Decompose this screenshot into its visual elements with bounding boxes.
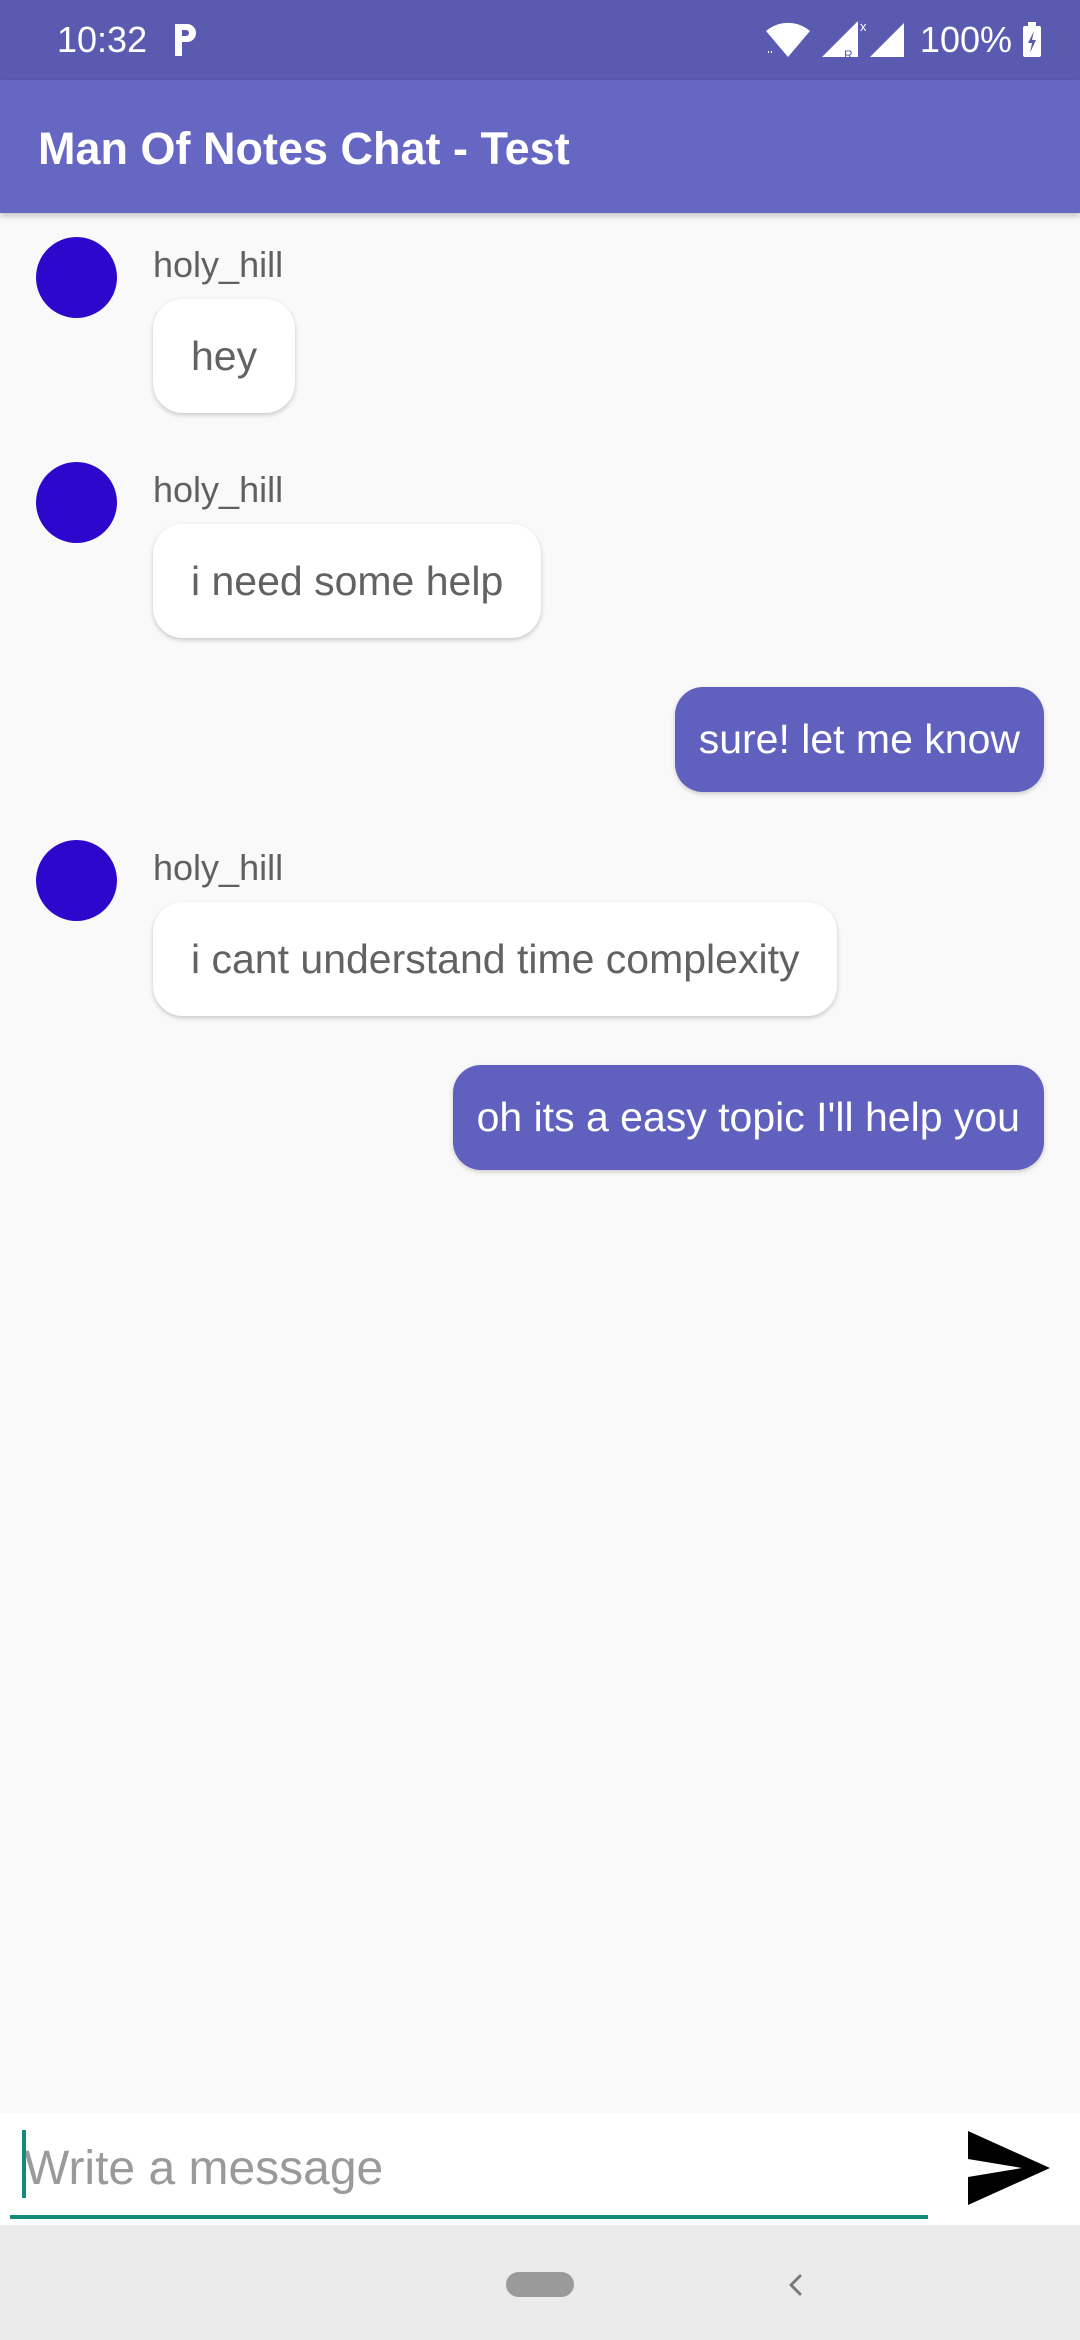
avatar[interactable] <box>36 237 117 318</box>
svg-text:x: x <box>860 19 866 34</box>
wifi-icon <box>765 22 810 57</box>
cell-signal-icon <box>869 23 904 57</box>
home-pill[interactable] <box>506 2272 574 2297</box>
chat-message-list[interactable]: holy_hill hey holy_hill i need some help… <box>0 213 1080 2113</box>
back-chevron-icon[interactable] <box>778 2260 814 2310</box>
avatar[interactable] <box>36 840 117 921</box>
avatar[interactable] <box>36 462 117 543</box>
cell-signal-icon: R x <box>821 19 866 62</box>
status-time: 10:32 <box>57 19 148 60</box>
message-composer <box>0 2113 1080 2225</box>
sender-name: holy_hill <box>153 847 284 888</box>
parking-icon <box>175 24 196 56</box>
status-bar: 10:32 R x 100% <box>0 0 1080 80</box>
message-input[interactable] <box>10 2121 928 2219</box>
svg-text:R: R <box>844 48 853 62</box>
status-icons: R x 100% <box>764 14 1042 66</box>
text-cursor <box>22 2130 26 2198</box>
incoming-message-bubble[interactable]: i cant understand time complexity <box>153 902 838 1016</box>
outgoing-message-bubble[interactable]: sure! let me know <box>674 687 1044 792</box>
app-title: Man Of Notes Chat - Test <box>38 123 570 174</box>
incoming-message-bubble[interactable]: i need some help <box>153 524 542 638</box>
app-bar: Man Of Notes Chat - Test <box>0 80 1080 213</box>
navigation-bar <box>0 2225 1080 2340</box>
sender-name: holy_hill <box>153 244 284 285</box>
send-icon[interactable] <box>960 2125 1056 2211</box>
incoming-message-bubble[interactable]: hey <box>153 299 296 413</box>
battery-percentage: 100% <box>919 19 1012 60</box>
battery-charging-icon <box>1023 22 1041 57</box>
outgoing-message-bubble[interactable]: oh its a easy topic I'll help you <box>452 1065 1044 1170</box>
sender-name: holy_hill <box>153 469 284 510</box>
